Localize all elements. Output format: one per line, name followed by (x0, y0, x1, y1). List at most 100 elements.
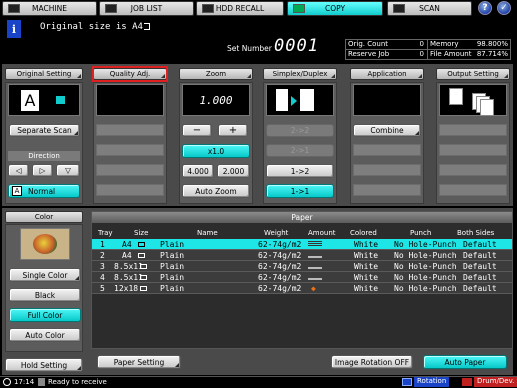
paper-setting-button[interactable]: Paper Setting (97, 355, 181, 369)
hdd-icon (202, 4, 214, 13)
file-amount-label: File Amount (430, 50, 472, 58)
printer-status-icon (38, 378, 45, 386)
auto-paper-button[interactable]: Auto Paper (423, 355, 507, 369)
drum-icon (462, 378, 472, 386)
arrow-right-icon (291, 96, 297, 106)
paper-header: Paper (92, 212, 512, 223)
full-color-button[interactable]: Full Color (9, 308, 81, 322)
amount-low-icon (308, 267, 322, 269)
color-preview-image (20, 228, 70, 260)
tab-copy[interactable]: COPY (287, 1, 383, 16)
paper-row-5[interactable]: 5 12x18 Plain 62-74g/m2 ◆ White No Hole-… (92, 283, 512, 294)
clock-icon (3, 378, 11, 386)
zoom-preset-4-button[interactable]: 4.000 (182, 164, 214, 178)
duplex-2-1-button[interactable]: 2->1 (266, 144, 334, 157)
normal-direction-button[interactable]: A Normal (8, 184, 80, 198)
output-page-icon (300, 89, 314, 111)
quality-slot-3 (96, 164, 164, 176)
direction-right-button[interactable]: ▷ (32, 164, 53, 177)
original-setting-header[interactable]: Original Setting (5, 68, 83, 80)
direction-left-button[interactable]: ◁ (8, 164, 29, 177)
zoom-minus-button[interactable]: − (182, 124, 212, 137)
utility-icon[interactable]: ✓ (497, 1, 511, 15)
output-setting-header[interactable]: Output Setting (436, 68, 510, 80)
combine-button[interactable]: Combine (353, 124, 421, 137)
flower-icon (33, 234, 57, 254)
scan-icon (393, 4, 405, 13)
auto-color-button[interactable]: Auto Color (9, 328, 81, 342)
paper-table-header: Tray Size Name Weight Amount Colored Pun… (92, 229, 512, 239)
paper-row-2[interactable]: 2 A4 Plain 62-74g/m2 White No Hole-Punch… (92, 250, 512, 261)
status-time: 17:14 (14, 378, 35, 386)
amount-low-icon (308, 256, 322, 258)
col-amount: Amount (308, 229, 336, 237)
tab-machine[interactable]: MACHINE (2, 1, 97, 16)
duplex-1-2-button[interactable]: 1->2 (266, 164, 334, 178)
message-area: i Original size is A4 Set Number 0001 Or… (2, 17, 512, 62)
simplex-1-1-button[interactable]: 1->1 (266, 184, 334, 198)
duplex-preview (266, 84, 334, 116)
orientation-icon (138, 242, 145, 247)
arrow-left-icon: ◁ (15, 166, 22, 175)
direction-down-button[interactable]: ▽ (56, 164, 80, 177)
application-header[interactable]: Application (350, 68, 424, 80)
machine-icon (8, 4, 20, 13)
arrow-down-icon: ▽ (65, 166, 71, 175)
tab-job-list[interactable]: JOB LIST (99, 1, 194, 16)
orientation-icon (138, 253, 145, 258)
paper-row-3[interactable]: 3 8.5x11 Plain 62-74g/m2 White No Hole-P… (92, 261, 512, 272)
orientation-icon (140, 275, 147, 280)
reserve-job-label: Reserve Job (348, 50, 390, 58)
col-both-sides: Both Sides (457, 229, 495, 237)
reserve-job-value: 0 (419, 50, 424, 58)
black-button[interactable]: Black (9, 288, 81, 302)
duplex-2-2-button[interactable]: 2->2 (266, 124, 334, 137)
paper-table: 1 A4 Plain 62-74g/m2 White No Hole-Punch… (92, 239, 512, 294)
tab-scan[interactable]: SCAN (387, 1, 472, 16)
col-tray: Tray (98, 229, 113, 237)
orig-count-value: 0 (419, 40, 424, 48)
help-icon[interactable]: ? (478, 1, 492, 15)
memory-label: Memory (430, 40, 459, 48)
orig-count-label: Orig. Count (348, 40, 389, 48)
zoom-header[interactable]: Zoom (179, 68, 253, 80)
quality-adj-highlight (92, 66, 168, 82)
copy-icon (293, 4, 305, 13)
page-icon (276, 89, 288, 111)
tab-hdd-recall[interactable]: HDD RECALL (196, 1, 284, 16)
auto-zoom-button[interactable]: Auto Zoom (182, 184, 250, 198)
quality-slot-2 (96, 144, 164, 156)
counter-panel: Orig. Count 0 Reserve Job 0 Memory 98.80… (345, 39, 511, 60)
zoom-x1-button[interactable]: x1.0 (182, 144, 250, 158)
separate-scan-button[interactable]: Separate Scan (9, 124, 80, 137)
paper-row-4[interactable]: 4 8.5x11 Plain 62-74g/m2 White No Hole-P… (92, 272, 512, 283)
image-rotation-off-button[interactable]: Image Rotation OFF (331, 355, 413, 369)
simplex-duplex-header[interactable]: Simplex/Duplex (263, 68, 337, 80)
orientation-icon (140, 264, 147, 269)
status-text: Ready to receive (48, 378, 107, 386)
original-letter: A (21, 90, 39, 111)
amount-low-icon (308, 278, 322, 280)
orientation-icon (140, 286, 147, 291)
col-weight: Weight (264, 229, 289, 237)
normal-a-icon: A (12, 186, 22, 196)
paper-empty-warning-icon: ◆ (311, 284, 316, 293)
paper-row-1[interactable]: 1 A4 Plain 62-74g/m2 White No Hole-Punch… (92, 239, 512, 250)
rotation-indicator: Rotation (414, 377, 450, 387)
col-name: Name (197, 229, 218, 237)
output-sheet-icon (480, 99, 494, 116)
memory-value: 98.800% (476, 40, 508, 48)
color-header: Color (5, 211, 83, 223)
zoom-plus-button[interactable]: + (218, 124, 248, 137)
quality-preview (96, 84, 164, 116)
rotation-icon (402, 378, 412, 386)
original-preview: A (8, 84, 80, 116)
scanner-icon (56, 96, 65, 104)
hold-setting-button[interactable]: Hold Setting (5, 358, 83, 372)
quality-slot-1 (96, 124, 164, 136)
single-color-button[interactable]: Single Color (9, 268, 81, 282)
output-preview (439, 84, 507, 116)
zoom-preset-2-button[interactable]: 2.000 (217, 164, 250, 178)
application-preview (353, 84, 421, 116)
zoom-value: 1.000 (182, 84, 250, 116)
